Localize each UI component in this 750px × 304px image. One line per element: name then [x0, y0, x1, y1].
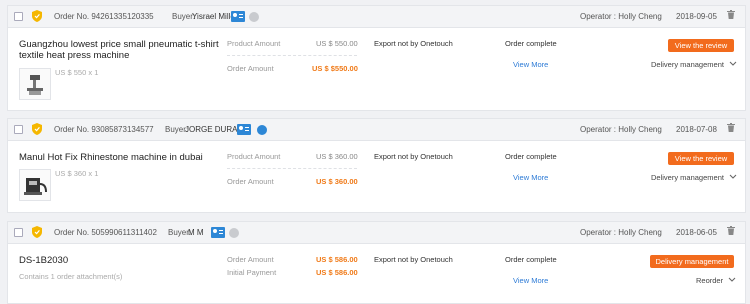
reorder-dropdown[interactable]: Reorder	[696, 276, 736, 285]
order-header: Order No. 94261335120335 Buyer: Yisrael …	[8, 6, 745, 28]
status-dot-icon	[257, 125, 267, 135]
product-title[interactable]: DS-1B2030	[19, 255, 68, 267]
product-amount-label: Product Amount	[227, 152, 281, 161]
view-review-button[interactable]: View the review	[668, 152, 734, 165]
buyer-profile-icon[interactable]	[237, 124, 251, 135]
delivery-management-dropdown[interactable]: Delivery management	[651, 173, 737, 182]
view-review-button[interactable]: View the review	[668, 39, 734, 52]
initial-payment-value: US $ 586.00	[316, 268, 358, 277]
product-amount-label: Product Amount	[227, 39, 281, 48]
product-amount-value: US $ 360.00	[316, 152, 358, 161]
order-amount-label: Order Amount	[227, 255, 274, 264]
operator: Operator : Holly Cheng	[580, 125, 662, 134]
divider	[227, 55, 357, 56]
order-card: Order No. 94261335120335 Buyer: Yisrael …	[7, 5, 746, 111]
order-amount-label: Order Amount	[227, 177, 274, 186]
trash-icon[interactable]	[727, 226, 735, 235]
dropdown-label: Delivery management	[651, 173, 724, 182]
operator: Operator : Holly Cheng	[580, 12, 662, 21]
view-more-link[interactable]: View More	[513, 60, 548, 69]
dropdown-label: Delivery management	[651, 60, 724, 69]
order-number: Order No. 94261335120335	[54, 12, 154, 21]
order-status: Order complete	[505, 39, 557, 48]
trash-icon[interactable]	[727, 123, 735, 132]
chevron-down-icon	[729, 174, 737, 179]
buyer-profile-icon[interactable]	[231, 11, 245, 22]
order-status: Order complete	[505, 152, 557, 161]
buyer-name[interactable]: JORGE DURAN	[185, 125, 243, 134]
status-dot-icon	[249, 12, 259, 22]
order-number: Order No. 93085873134577	[54, 125, 154, 134]
order-card: Order No. 505990611311402 Buyer: M M Ope…	[7, 221, 746, 304]
order-card: Order No. 93085873134577 Buyer: JORGE DU…	[7, 118, 746, 213]
initial-payment-label: Initial Payment	[227, 268, 277, 277]
order-amount-value: US $ 586.00	[316, 255, 358, 264]
trash-icon[interactable]	[727, 10, 735, 19]
order-header: Order No. 505990611311402 Buyer: M M Ope…	[8, 222, 745, 244]
product-price: US $ 360 x 1	[55, 169, 99, 178]
buyer-profile-icon[interactable]	[211, 227, 225, 238]
buyer-name[interactable]: M M	[188, 228, 204, 237]
chevron-down-icon	[728, 277, 736, 282]
order-amount-label: Order Amount	[227, 64, 274, 73]
view-more-link[interactable]: View More	[513, 276, 548, 285]
status-dot-icon	[229, 228, 239, 238]
product-thumbnail[interactable]	[19, 169, 51, 201]
attachment-note[interactable]: Contains 1 order attachment(s)	[19, 272, 122, 281]
product-thumbnail[interactable]	[19, 68, 51, 100]
order-checkbox[interactable]	[14, 12, 23, 21]
product-title[interactable]: Manul Hot Fix Rhinestone machine in duba…	[19, 152, 203, 164]
export-status: Export not by Onetouch	[374, 255, 453, 264]
order-number: Order No. 505990611311402	[54, 228, 157, 237]
order-amount-value: US $ 360.00	[316, 177, 358, 186]
order-date: 2018-07-08	[676, 125, 717, 134]
shield-icon	[32, 226, 42, 238]
chevron-down-icon	[729, 61, 737, 66]
order-header: Order No. 93085873134577 Buyer: JORGE DU…	[8, 119, 745, 141]
order-checkbox[interactable]	[14, 125, 23, 134]
divider	[227, 168, 357, 169]
product-amount-value: US $ 550.00	[316, 39, 358, 48]
shield-icon	[32, 10, 42, 22]
order-date: 2018-09-05	[676, 12, 717, 21]
operator: Operator : Holly Cheng	[580, 228, 662, 237]
export-status: Export not by Onetouch	[374, 39, 453, 48]
product-price: US $ 550 x 1	[55, 68, 99, 77]
dropdown-label: Reorder	[696, 276, 724, 285]
delivery-management-dropdown[interactable]: Delivery management	[651, 60, 737, 69]
order-checkbox[interactable]	[14, 228, 23, 237]
export-status: Export not by Onetouch	[374, 152, 453, 161]
view-more-link[interactable]: View More	[513, 173, 548, 182]
order-date: 2018-06-05	[676, 228, 717, 237]
order-amount-value: US $ $550.00	[312, 64, 358, 73]
order-status: Order complete	[505, 255, 557, 264]
product-title-line2[interactable]: textile heat press machine	[19, 50, 129, 62]
shield-icon	[32, 123, 42, 135]
delivery-management-button[interactable]: Delivery management	[650, 255, 734, 268]
